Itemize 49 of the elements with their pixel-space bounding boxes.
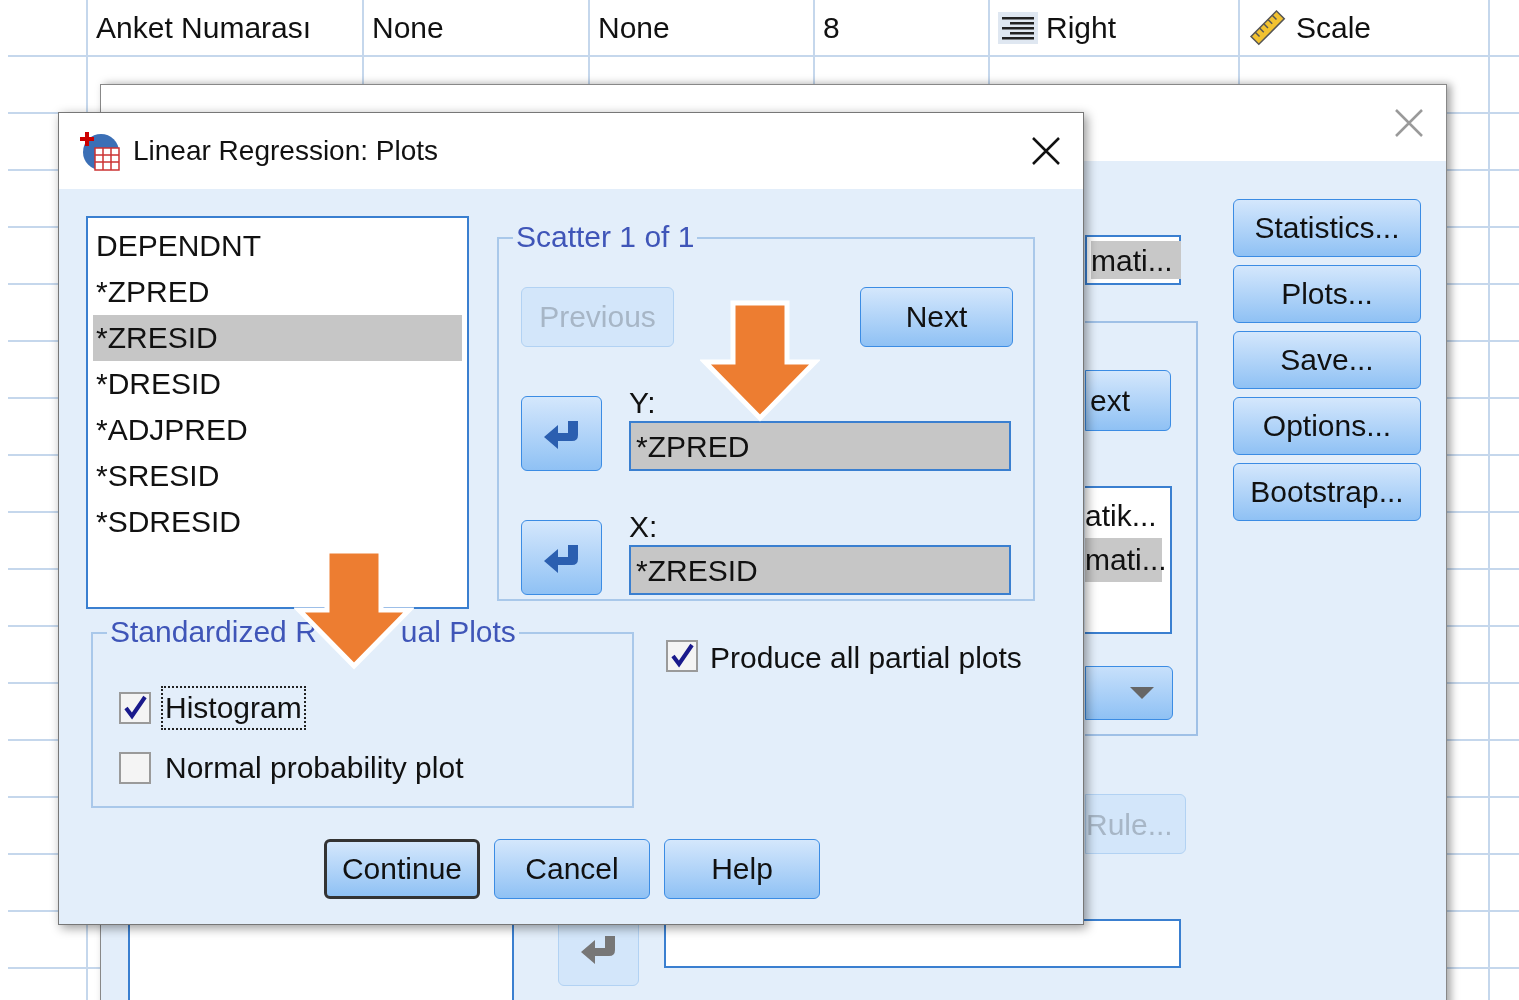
checkbox-label[interactable]: Histogram <box>161 686 306 730</box>
dialog-button[interactable]: Plots... <box>1233 265 1421 323</box>
field-value: mati... <box>1091 241 1181 279</box>
next-button[interactable]: Next <box>860 287 1013 347</box>
move-button[interactable] <box>521 520 602 595</box>
dropdown-button[interactable] <box>1085 666 1173 720</box>
dialog-button[interactable]: Continue <box>324 839 480 899</box>
close-icon[interactable] <box>1031 136 1061 166</box>
input-field[interactable]: *ZRESID <box>629 545 1011 595</box>
variable-list[interactable]: atik... mati... <box>1085 486 1172 634</box>
dialog-button[interactable]: Help <box>664 839 820 899</box>
dialog-button[interactable]: Cancel <box>494 839 650 899</box>
list-item[interactable]: *SDRESID <box>93 499 462 545</box>
checkbox[interactable] <box>666 640 698 672</box>
group-legend: ual Plots <box>400 612 516 652</box>
table-cell-text: None <box>372 10 444 46</box>
list-item[interactable]: *SRESID <box>93 453 462 499</box>
checkbox-label[interactable]: Normal probability plot <box>161 746 468 790</box>
move-button[interactable] <box>521 396 602 471</box>
list-item[interactable]: mati... <box>1085 538 1162 582</box>
caret-icon <box>1130 687 1154 699</box>
app-icon <box>79 130 121 172</box>
dialog-button[interactable]: Bootstrap... <box>1233 463 1421 521</box>
checkbox-label[interactable]: Produce all partial plots <box>710 640 1022 676</box>
table-cell-text: 8 <box>823 10 840 46</box>
align-right-icon <box>998 11 1038 44</box>
checkbox[interactable] <box>119 752 151 784</box>
list-item[interactable]: *ZRESID <box>93 315 462 361</box>
table-cell-text: None <box>598 10 670 46</box>
variable-list[interactable]: DEPENDNT *ZPRED *ZRESID *DRESID *ADJPRED *SRESID *SDRESID <box>86 216 469 609</box>
dialog-button[interactable]: Save... <box>1233 331 1421 389</box>
dialog-button[interactable]: Options... <box>1233 397 1421 455</box>
list-item[interactable]: DEPENDNT <box>93 223 462 269</box>
list-item[interactable]: *ZPRED <box>93 269 462 315</box>
input-field[interactable]: mati... <box>1085 235 1181 285</box>
dialog-button[interactable]: Statistics... <box>1233 199 1421 257</box>
list-item[interactable]: atik... <box>1085 494 1162 538</box>
input-field[interactable]: *ZPRED <box>629 421 1011 471</box>
field-label: Y: <box>629 385 657 421</box>
field-label: X: <box>629 509 659 545</box>
table-cell-text: Scale <box>1296 10 1372 46</box>
list-item[interactable]: *ADJPRED <box>93 407 462 453</box>
table-cell-text: Anket Numarası <box>96 10 312 46</box>
table-cell-text: Right <box>1046 10 1117 46</box>
list-item[interactable]: *DRESID <box>93 361 462 407</box>
window-title: Linear Regression: Plots <box>133 134 440 168</box>
checkbox[interactable] <box>119 692 151 724</box>
next-button[interactable]: ext <box>1085 370 1171 431</box>
input-field[interactable] <box>664 919 1181 968</box>
